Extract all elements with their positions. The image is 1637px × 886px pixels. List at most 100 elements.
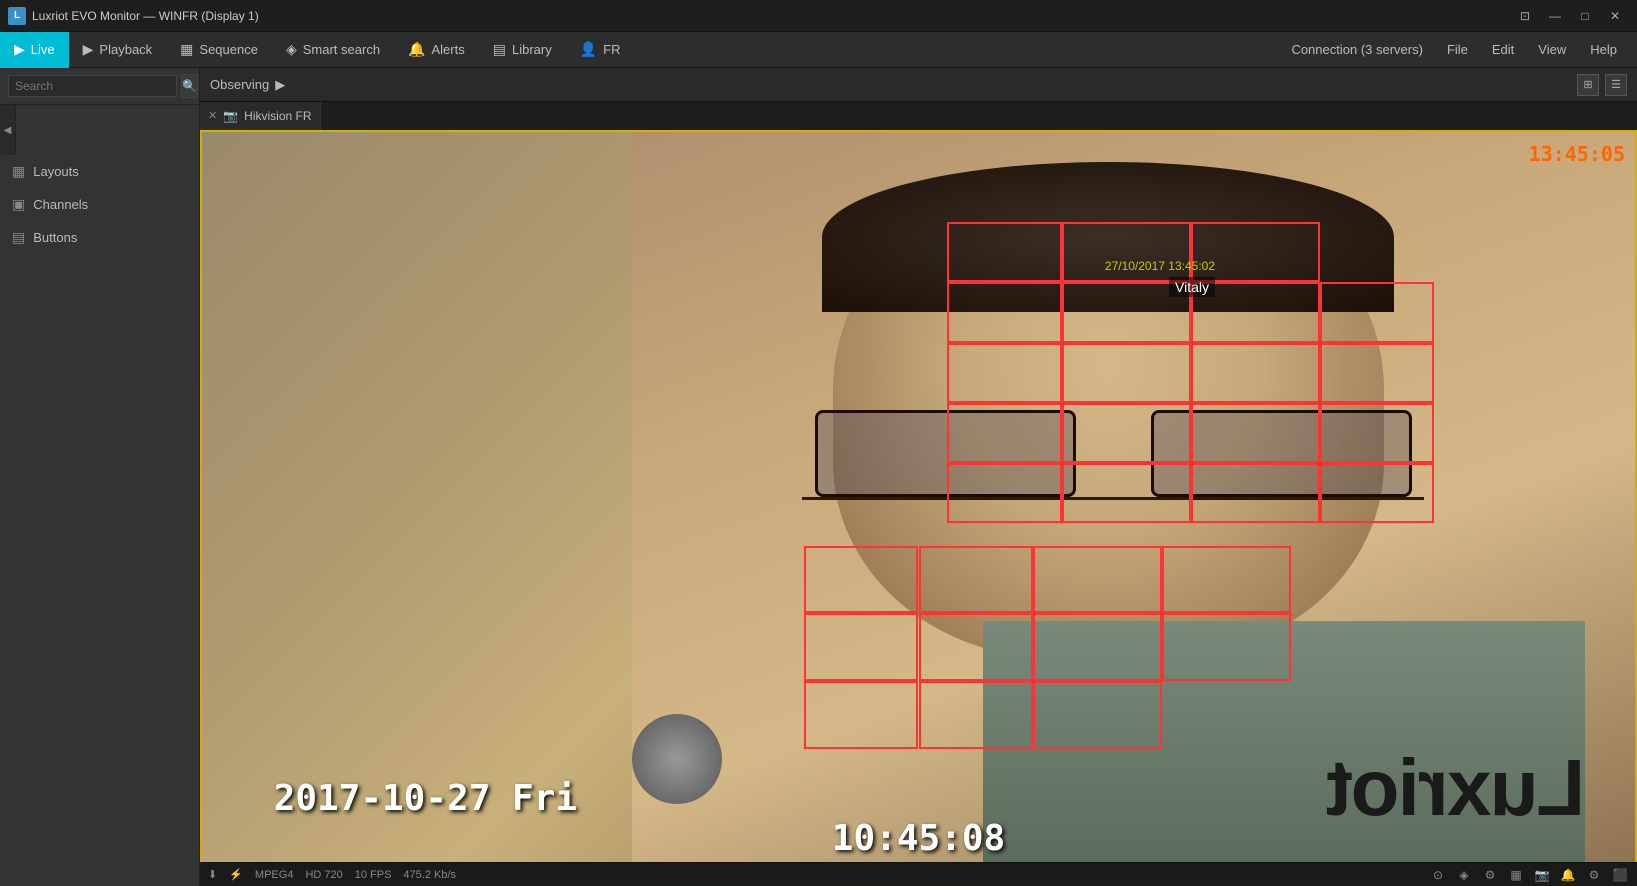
detection-rect-27 <box>1162 613 1291 681</box>
detection-rect-15 <box>1320 403 1435 463</box>
menu-right: Connection (3 servers) File Edit View He… <box>1281 38 1637 61</box>
detection-rect-20 <box>804 546 919 614</box>
video-timestamp: 13:45:05 <box>1529 142 1625 166</box>
close-button[interactable]: ✕ <box>1601 4 1629 28</box>
status-icon-4[interactable]: ▦ <box>1507 866 1525 884</box>
status-icon-6[interactable]: 🔔 <box>1559 866 1577 884</box>
tab-live-label: Live <box>31 42 55 57</box>
restore-button[interactable]: ⊡ <box>1511 4 1539 28</box>
video-area: ✕ 📷 Hikvision FR <box>200 102 1637 886</box>
file-menu[interactable]: File <box>1437 38 1478 61</box>
detection-rect-16 <box>947 463 1062 523</box>
alerts-icon: 🔔 <box>408 41 425 58</box>
tab-fr[interactable]: 👤 FR <box>566 32 635 68</box>
observing-left: Observing ▶ <box>210 77 285 93</box>
main-layout: 🔍 ◀ ▦ Layouts ▣ Channels ▤ Buttons Obser… <box>0 68 1637 886</box>
detection-rect-9 <box>1062 343 1191 403</box>
status-right-icons: ⊙ ◈ ⚙ ▦ 📷 🔔 ⚙ ⬛ <box>1429 866 1629 884</box>
sidebar-item-layouts-label: Layouts <box>33 164 79 179</box>
sidebar-item-layouts[interactable]: ▦ Layouts <box>0 155 199 188</box>
tab-fr-label: FR <box>603 42 620 57</box>
detection-rect-26 <box>1033 613 1162 681</box>
tab-alerts-label: Alerts <box>432 42 465 57</box>
library-icon: ▤ <box>493 41 506 58</box>
minimize-button[interactable]: — <box>1541 4 1569 28</box>
view-menu[interactable]: View <box>1528 38 1576 61</box>
detection-datetime: 27/10/2017 13:45:02 <box>1105 259 1215 273</box>
tab-alerts[interactable]: 🔔 Alerts <box>394 32 479 68</box>
list-view-button[interactable]: ☰ <box>1605 74 1627 96</box>
detection-rect-10 <box>1191 343 1320 403</box>
tab-library[interactable]: ▤ Library <box>479 32 566 68</box>
sidebar-item-channels[interactable]: ▣ Channels <box>0 188 199 221</box>
detection-rect-13 <box>1062 403 1191 463</box>
detection-rect-19 <box>1320 463 1435 523</box>
sidebar-item-channels-label: Channels <box>33 197 88 212</box>
window-title: Luxriot EVO Monitor — WINFR (Display 1) <box>32 9 259 23</box>
status-icon-5[interactable]: 📷 <box>1533 866 1551 884</box>
detection-rect-17 <box>1062 463 1191 523</box>
video-background: Luxriot <box>202 132 1635 884</box>
title-left: L Luxriot EVO Monitor — WINFR (Display 1… <box>8 7 259 25</box>
detection-rect-21 <box>919 546 1034 614</box>
close-tab-button[interactable]: ✕ <box>208 109 217 122</box>
edit-menu[interactable]: Edit <box>1482 38 1524 61</box>
detection-rect-11 <box>1320 343 1435 403</box>
fr-icon: 👤 <box>580 41 597 58</box>
status-icon-7[interactable]: ⚙ <box>1585 866 1603 884</box>
detection-rect-18 <box>1191 463 1320 523</box>
status-icon-1[interactable]: ⊙ <box>1429 866 1447 884</box>
status-download-icon: ⬇ <box>208 868 217 881</box>
detection-rect-29 <box>919 681 1034 749</box>
detection-rect-14 <box>1191 403 1320 463</box>
sidebar-item-buttons-label: Buttons <box>33 230 77 245</box>
status-fps: 10 FPS <box>355 869 392 881</box>
maximize-button[interactable]: □ <box>1571 4 1599 28</box>
buttons-icon: ▤ <box>12 229 25 246</box>
person-circle <box>632 714 722 804</box>
tab-sequence[interactable]: ▦ Sequence <box>166 32 272 68</box>
video-frame: Luxriot <box>200 130 1637 886</box>
camera-icon: 📷 <box>223 109 238 123</box>
search-button[interactable]: 🔍 <box>181 74 198 98</box>
status-codec: MPEG4 <box>255 869 294 881</box>
detection-rect-28 <box>804 681 919 749</box>
status-lightning-icon: ⚡ <box>229 868 243 881</box>
playback-icon: ▶ <box>83 41 94 58</box>
live-icon: ▶ <box>14 41 25 58</box>
smart-search-icon: ◈ <box>286 41 297 58</box>
video-bottom-date: 2017-10-27 Fri <box>274 778 577 819</box>
search-input[interactable] <box>8 75 177 97</box>
detection-rect-12 <box>947 403 1062 463</box>
detection-rect-22 <box>1033 546 1162 614</box>
detection-rect-25 <box>919 613 1034 681</box>
tab-playback[interactable]: ▶ Playback <box>69 32 167 68</box>
sidebar-collapse-arrow[interactable]: ◀ <box>0 105 16 155</box>
detection-rect-8 <box>947 343 1062 403</box>
grid-view-button[interactable]: ⊞ <box>1577 74 1599 96</box>
window-controls: ⊡ — □ ✕ <box>1511 4 1629 28</box>
help-menu[interactable]: Help <box>1580 38 1627 61</box>
observing-arrow: ▶ <box>275 77 285 93</box>
status-icon-2[interactable]: ◈ <box>1455 866 1473 884</box>
sidebar-item-buttons[interactable]: ▤ Buttons <box>0 221 199 254</box>
video-bottom-time: 10:45:08 <box>832 818 1005 859</box>
observing-right: ⊞ ☰ <box>1577 74 1627 96</box>
detection-rect-3 <box>1191 222 1320 282</box>
status-resolution: HD 720 <box>305 869 342 881</box>
tab-smart-search[interactable]: ◈ Smart search <box>272 32 394 68</box>
tab-playback-label: Playback <box>99 42 152 57</box>
tab-sequence-label: Sequence <box>199 42 258 57</box>
tab-library-label: Library <box>512 42 552 57</box>
detection-rect-4 <box>947 282 1062 342</box>
status-icon-3[interactable]: ⚙ <box>1481 866 1499 884</box>
shirt-text: Luxriot <box>1328 742 1585 834</box>
detection-rect-24 <box>804 613 919 681</box>
menu-bar: ▶ Live ▶ Playback ▦ Sequence ◈ Smart sea… <box>0 32 1637 68</box>
tab-live[interactable]: ▶ Live <box>0 32 69 68</box>
detection-rect-1 <box>947 222 1062 282</box>
connection-item[interactable]: Connection (3 servers) <box>1281 38 1433 61</box>
status-bitrate: 475.2 Kb/s <box>403 869 456 881</box>
status-icon-8[interactable]: ⬛ <box>1611 866 1629 884</box>
title-bar: L Luxriot EVO Monitor — WINFR (Display 1… <box>0 0 1637 32</box>
